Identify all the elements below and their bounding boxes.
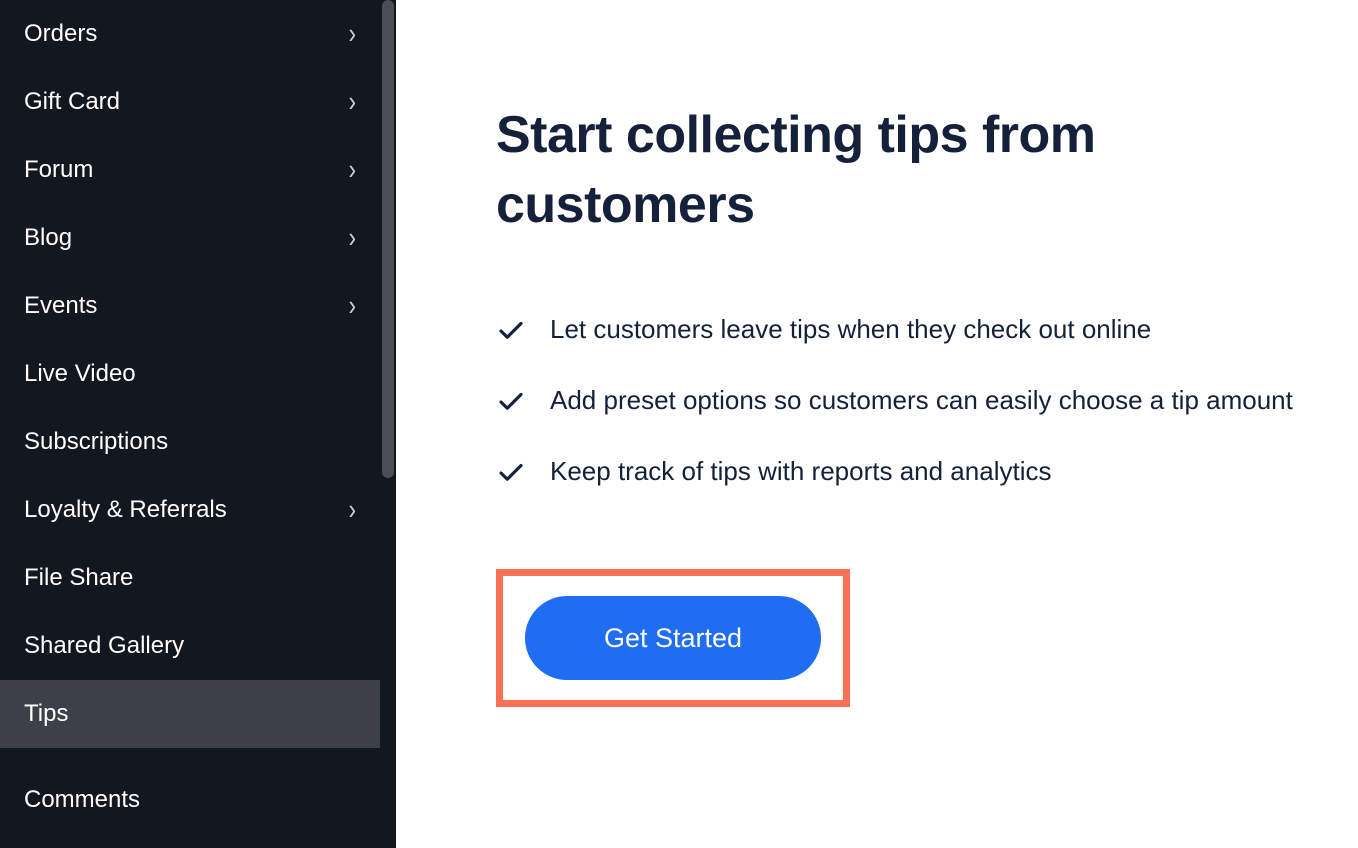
feature-item: Add preset options so customers can easi… <box>496 381 1298 420</box>
chevron-right-icon: › <box>349 17 356 51</box>
sidebar-item-label: Events <box>24 292 97 320</box>
feature-item: Keep track of tips with reports and anal… <box>496 452 1298 491</box>
sidebar-item-label: Orders <box>24 20 97 48</box>
sidebar-item-label: Comments <box>24 786 140 814</box>
chevron-right-icon: › <box>349 153 356 187</box>
feature-text: Add preset options so customers can easi… <box>550 381 1293 420</box>
sidebar-item-label: Forum <box>24 156 93 184</box>
sidebar-item-label: Loyalty & Referrals <box>24 496 227 524</box>
chevron-right-icon: › <box>349 85 356 119</box>
sidebar-item-orders[interactable]: Orders › <box>0 0 380 68</box>
sidebar-item-label: Blog <box>24 224 72 252</box>
chevron-right-icon: › <box>349 289 356 323</box>
sidebar-item-loyalty-referrals[interactable]: Loyalty & Referrals › <box>0 476 380 544</box>
check-icon <box>496 316 526 346</box>
feature-list: Let customers leave tips when they check… <box>496 310 1298 491</box>
sidebar-item-shared-gallery[interactable]: Shared Gallery <box>0 612 380 680</box>
sidebar: Orders › Gift Card › Forum › Blog › Even… <box>0 0 396 848</box>
sidebar-item-forum[interactable]: Forum › <box>0 136 380 204</box>
sidebar-item-label: File Share <box>24 564 133 592</box>
sidebar-divider <box>0 748 380 766</box>
sidebar-item-label: Subscriptions <box>24 428 168 456</box>
feature-text: Keep track of tips with reports and anal… <box>550 452 1051 491</box>
sidebar-item-tips[interactable]: Tips <box>0 680 380 748</box>
chevron-right-icon: › <box>349 221 356 255</box>
sidebar-scrollbar-track[interactable] <box>380 0 396 848</box>
sidebar-item-label: Gift Card <box>24 88 120 116</box>
sidebar-item-gift-card[interactable]: Gift Card › <box>0 68 380 136</box>
sidebar-item-label: Shared Gallery <box>24 632 184 660</box>
main-content: Start collecting tips from customers Let… <box>396 0 1358 848</box>
cta-highlight-box: Get Started <box>496 569 850 707</box>
sidebar-item-blog[interactable]: Blog › <box>0 204 380 272</box>
sidebar-item-events[interactable]: Events › <box>0 272 380 340</box>
feature-item: Let customers leave tips when they check… <box>496 310 1298 349</box>
sidebar-item-label: Tips <box>24 700 68 728</box>
sidebar-item-comments[interactable]: Comments <box>0 766 380 834</box>
get-started-button[interactable]: Get Started <box>525 596 821 680</box>
sidebar-item-label: Live Video <box>24 360 136 388</box>
chevron-right-icon: › <box>349 493 356 527</box>
sidebar-item-file-share[interactable]: File Share <box>0 544 380 612</box>
sidebar-item-live-video[interactable]: Live Video <box>0 340 380 408</box>
sidebar-scrollbar-thumb[interactable] <box>382 0 394 478</box>
page-title: Start collecting tips from customers <box>496 100 1298 240</box>
sidebar-inner: Orders › Gift Card › Forum › Blog › Even… <box>0 0 380 834</box>
check-icon <box>496 387 526 417</box>
check-icon <box>496 458 526 488</box>
sidebar-item-subscriptions[interactable]: Subscriptions <box>0 408 380 476</box>
feature-text: Let customers leave tips when they check… <box>550 310 1151 349</box>
